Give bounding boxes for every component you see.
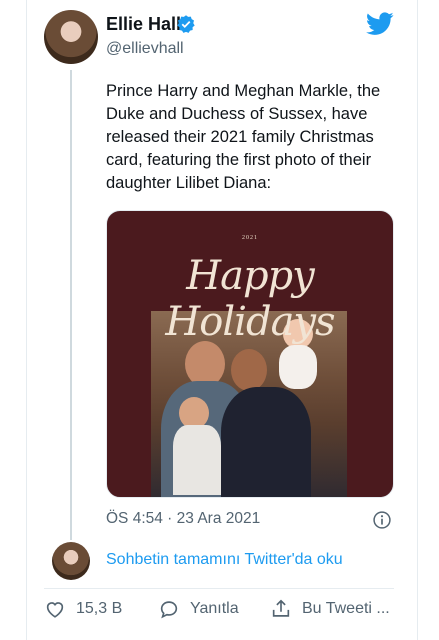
- reply-button[interactable]: Yanıtla: [158, 598, 239, 620]
- tweet-text: Prince Harry and Meghan Markle, the Duke…: [106, 82, 381, 192]
- author-name[interactable]: Ellie Hall: [106, 14, 181, 35]
- heart-icon: [46, 602, 64, 618]
- tweet-media-image[interactable]: 2021 Happy Holidays: [106, 210, 394, 498]
- share-button[interactable]: Bu Tweeti ...: [270, 598, 390, 620]
- tweet-actions-bar: 15,3 B Yanıtla Bu Tweeti ...: [44, 598, 394, 628]
- reply-label: Yanıtla: [190, 600, 239, 617]
- share-label: Bu Tweeti ...: [302, 600, 390, 617]
- info-icon[interactable]: [372, 510, 392, 530]
- twitter-logo-icon[interactable]: [366, 12, 394, 36]
- author-avatar[interactable]: [44, 10, 98, 64]
- share-icon: [272, 599, 290, 617]
- thread-line: [70, 70, 72, 540]
- card-headline: Happy Holidays: [165, 253, 335, 345]
- actions-divider: [44, 588, 394, 589]
- reply-icon: [160, 601, 178, 619]
- author-handle[interactable]: @ellievhall: [106, 40, 184, 58]
- thread-author-avatar[interactable]: [52, 542, 90, 580]
- card-year: 2021: [242, 235, 258, 241]
- like-button[interactable]: 15,3 B: [44, 598, 122, 620]
- tweet-timestamp[interactable]: ÖS 4:54 · 23 Ara 2021: [106, 510, 260, 528]
- continue-thread-link[interactable]: Sohbetin tamamını Twitter'da oku: [106, 551, 343, 569]
- verified-badge-icon: [177, 15, 195, 33]
- like-count: 15,3 B: [76, 600, 123, 617]
